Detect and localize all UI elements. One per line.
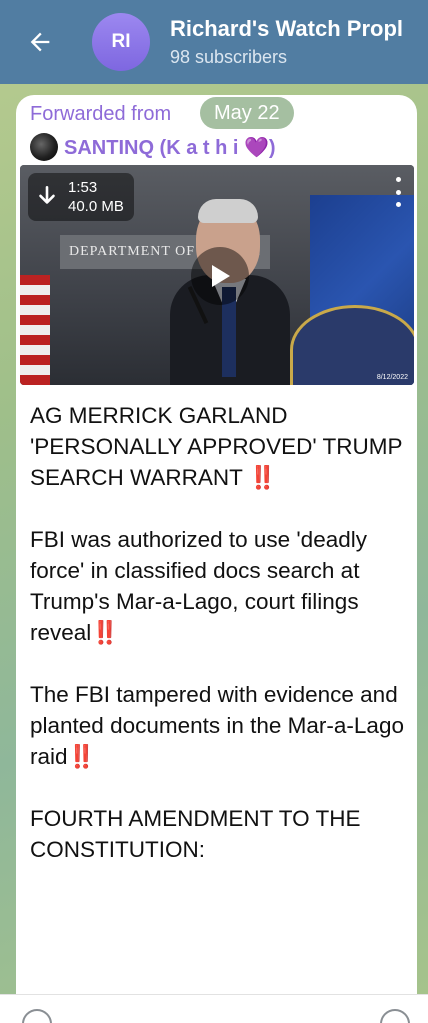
paragraph-text: FOURTH AMENDMENT TO THE CONSTITUTION:	[30, 806, 361, 862]
back-button[interactable]	[0, 0, 80, 84]
reaction-icon[interactable]	[380, 1009, 410, 1023]
speaker-hair	[198, 199, 258, 223]
paragraph: FOURTH AMENDMENT TO THE CONSTITUTION:	[30, 803, 410, 865]
double-exclamation-icon: ‼️	[91, 620, 119, 645]
forwarded-header: Forwarded from	[30, 103, 171, 126]
us-flag	[20, 275, 50, 385]
double-exclamation-icon: ‼️	[248, 465, 277, 490]
paragraph-text: AG MERRICK GARLAND 'PERSONALLY APPROVED'…	[30, 403, 403, 490]
paragraph-text: FBI was authorized to use 'deadly force'…	[30, 527, 367, 645]
back-arrow-icon	[30, 32, 50, 52]
more-dot-icon	[395, 202, 401, 207]
forwarded-label: Forwarded from	[30, 103, 172, 125]
search-icon[interactable]	[22, 1009, 52, 1023]
video-size: 40.0 MB	[68, 198, 124, 215]
download-icon	[39, 185, 55, 204]
message-bubble[interactable]: Forwarded from May 22 SANTINQ (K a t h i…	[16, 95, 417, 1015]
play-icon	[212, 265, 230, 287]
double-exclamation-icon: ‼️	[67, 744, 96, 769]
video-duration: 1:53	[68, 179, 98, 196]
download-badge[interactable]: 1:53 40.0 MB	[28, 173, 134, 221]
video-thumbnail[interactable]: DEPARTMENT OF JUSTICE 8/12/2022 1:53 40.…	[20, 165, 414, 385]
source-name: SANTINQ (K a t h i 💜)	[64, 136, 276, 159]
subscriber-count: 98 subscribers	[170, 47, 288, 67]
source-avatar	[30, 133, 58, 161]
channel-title: Richard's Watch Propl	[170, 16, 404, 41]
more-dot-icon	[395, 177, 401, 182]
more-options-button[interactable]	[388, 177, 408, 207]
paragraph: FBI was authorized to use 'deadly force'…	[30, 524, 410, 648]
video-datestamp: 8/12/2022	[376, 374, 408, 381]
forward-source[interactable]: SANTINQ (K a t h i 💜)	[30, 133, 276, 161]
paragraph: AG MERRICK GARLAND 'PERSONALLY APPROVED'…	[30, 400, 410, 493]
channel-info[interactable]: Richard's Watch Propl 98 subscribers	[170, 15, 403, 69]
channel-header: RI Richard's Watch Propl 98 subscribers	[0, 0, 428, 84]
media-meta: 1:53 40.0 MB	[68, 178, 124, 216]
message-text: AG MERRICK GARLAND 'PERSONALLY APPROVED'…	[30, 400, 410, 896]
play-button[interactable]	[191, 247, 249, 305]
paragraph: The FBI tampered with evidence and plant…	[30, 679, 410, 772]
more-dot-icon	[395, 189, 401, 195]
channel-avatar[interactable]: RI	[92, 13, 150, 71]
doj-seal	[290, 305, 414, 385]
bottom-action-bar	[0, 994, 428, 1023]
date-pill: May 22	[200, 97, 294, 129]
